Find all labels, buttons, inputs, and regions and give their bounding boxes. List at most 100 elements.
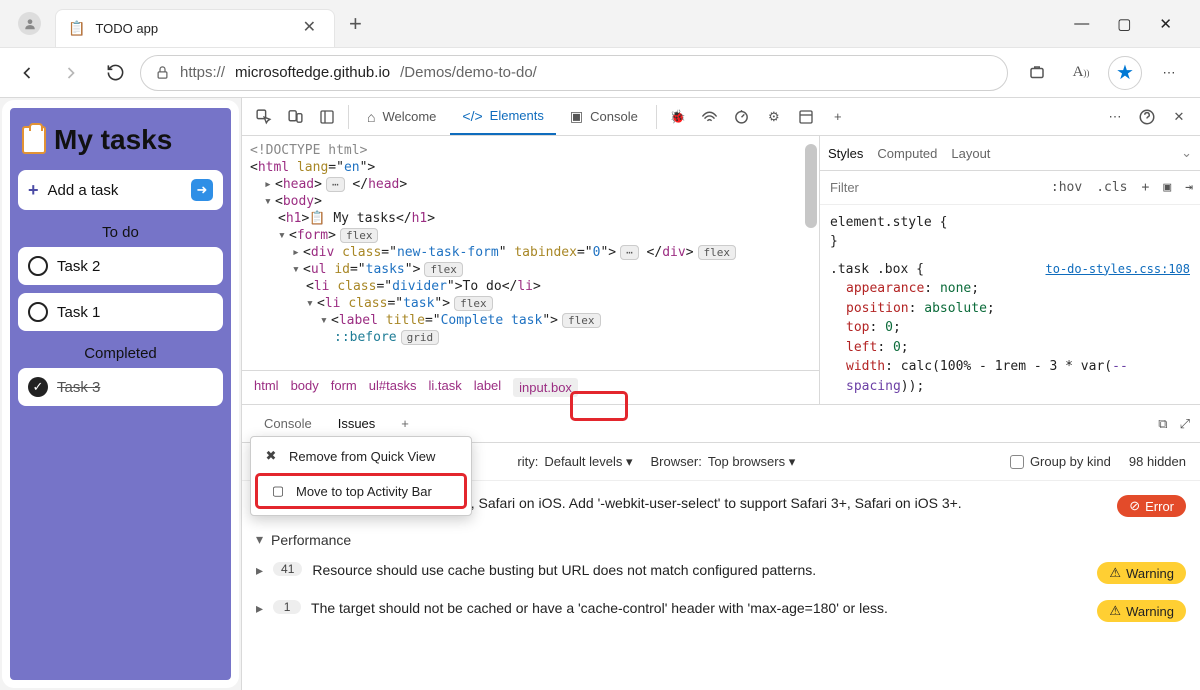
issue-text: Resource should use cache busting but UR… <box>312 562 816 578</box>
chevron-right-icon: ▸ <box>256 562 263 579</box>
url-input[interactable]: https://microsoftedge.github.io/Demos/de… <box>140 55 1008 91</box>
browser-titlebar: 📋 TODO app ✕ + — ▢ ✕ <box>0 0 1200 48</box>
tab-close-button[interactable]: ✕ <box>297 17 322 39</box>
profile-avatar[interactable] <box>18 12 41 35</box>
hidden-count[interactable]: 98 hidden <box>1129 454 1186 469</box>
task-item[interactable]: Task 2 <box>18 247 223 285</box>
task-label: Task 1 <box>57 304 100 321</box>
home-icon: ⌂ <box>367 109 375 125</box>
task-label: Task 3 <box>57 379 100 396</box>
drawer-dock-icon[interactable]: ⧉ <box>1158 416 1167 432</box>
close-window-button[interactable]: ✕ <box>1159 15 1172 33</box>
favorites-button[interactable]: ★ <box>1108 56 1142 90</box>
tab-computed[interactable]: Computed <box>877 146 937 161</box>
elements-panel: <!DOCTYPE html> <html lang="en"> ▸<head>… <box>242 136 820 404</box>
issue-row[interactable]: ▸ 1 The target should not be cached or h… <box>256 592 1186 630</box>
window-controls: — ▢ ✕ <box>1074 15 1200 33</box>
tab-styles[interactable]: Styles <box>828 146 863 161</box>
checkmark-icon[interactable]: ✓ <box>28 377 48 397</box>
tab-title: TODO app <box>95 21 286 36</box>
back-button[interactable] <box>8 54 46 92</box>
new-tab-button[interactable]: + <box>335 11 376 37</box>
app-available-icon[interactable] <box>1020 56 1054 90</box>
checkbox-icon[interactable] <box>28 256 48 276</box>
window-icon: ▢ <box>270 483 286 499</box>
cls-toggle[interactable]: .cls <box>1089 180 1134 195</box>
severity-select[interactable]: Default levels ▾ <box>544 454 632 470</box>
todo-app: My tasks + Add a task ➜ To do Task 2 Tas… <box>2 100 239 688</box>
toggle-icon[interactable]: ⇥ <box>1178 180 1200 195</box>
task-item-completed[interactable]: ✓ Task 3 <box>18 368 223 406</box>
devtools: ⌂Welcome </>Elements ▣Console 🐞 ⚙ + ⋯ ✕ … <box>241 98 1200 690</box>
styles-tabbar: Styles Computed Layout ⌄ <box>820 136 1200 171</box>
chevron-down-icon[interactable]: ⌄ <box>1181 145 1192 161</box>
ctx-remove-quickview[interactable]: ✖ Remove from Quick View <box>251 441 471 471</box>
hov-toggle[interactable]: :hov <box>1044 180 1089 195</box>
task-item[interactable]: Task 1 <box>18 293 223 331</box>
settings-menu-button[interactable]: ⋯ <box>1152 56 1186 90</box>
scrollbar[interactable] <box>805 144 817 228</box>
checkbox-icon <box>1010 455 1024 469</box>
error-badge: ⊘Error <box>1117 495 1186 517</box>
tab-welcome[interactable]: ⌂Welcome <box>355 98 448 135</box>
tab-elements[interactable]: </>Elements <box>450 98 555 135</box>
tool-performance-icon[interactable] <box>727 102 757 132</box>
minimize-button[interactable]: — <box>1074 15 1089 33</box>
error-icon: ⊘ <box>1129 498 1140 514</box>
elements-breadcrumb[interactable]: html body form ul#tasks li.task label in… <box>242 370 819 404</box>
url-host: microsoftedge.github.io <box>235 64 390 81</box>
highlight-annotation <box>570 391 628 421</box>
issue-count: 1 <box>273 600 301 614</box>
maximize-button[interactable]: ▢ <box>1117 15 1131 33</box>
add-task-label: Add a task <box>48 182 119 199</box>
browser-select[interactable]: Top browsers ▾ <box>708 454 795 470</box>
more-tools-button[interactable]: + <box>823 102 853 132</box>
read-aloud-icon[interactable]: A)) <box>1064 56 1098 90</box>
tab-layout[interactable]: Layout <box>951 146 990 161</box>
devtools-more-button[interactable]: ⋯ <box>1100 102 1130 132</box>
tool-bug-icon[interactable]: 🐞 <box>663 102 693 132</box>
app-title: My tasks <box>18 118 223 170</box>
browser-tab[interactable]: 📋 TODO app ✕ <box>55 9 335 47</box>
console-icon: ▣ <box>570 108 583 125</box>
section-completed: Completed <box>18 339 223 368</box>
tab-console[interactable]: ▣Console <box>558 98 650 135</box>
issue-count: 41 <box>273 562 302 576</box>
unpin-icon: ✖ <box>263 448 279 464</box>
inspect-element-button[interactable] <box>248 102 278 132</box>
task-label: Task 2 <box>57 258 100 275</box>
elements-tree[interactable]: <!DOCTYPE html> <html lang="en"> ▸<head>… <box>242 136 819 370</box>
devtools-close-button[interactable]: ✕ <box>1164 102 1194 132</box>
section-todo: To do <box>18 218 223 247</box>
tool-network-icon[interactable] <box>695 102 725 132</box>
group-by-kind-checkbox[interactable]: Group by kind <box>1010 454 1111 469</box>
device-toolbar-button[interactable] <box>280 102 310 132</box>
clipboard-icon <box>22 126 46 154</box>
star-icon: ★ <box>1116 60 1134 85</box>
submit-arrow-icon[interactable]: ➜ <box>191 179 213 201</box>
forward-button <box>52 54 90 92</box>
styles-panel: Styles Computed Layout ⌄ :hov .cls + ▣ ⇥… <box>820 136 1200 404</box>
issue-row[interactable]: ▸ 41 Resource should use cache busting b… <box>256 554 1186 592</box>
drawer-expand-icon[interactable]: ⤢ <box>1180 416 1190 432</box>
url-prefix: https:// <box>180 64 225 81</box>
activity-bar-button[interactable] <box>312 102 342 132</box>
new-style-button[interactable]: + <box>1135 180 1157 195</box>
lock-icon <box>155 65 170 80</box>
context-menu: ✖ Remove from Quick View ▢ Move to top A… <box>250 436 472 516</box>
styles-rules[interactable]: element.style { } .task .box { to-do-sty… <box>820 205 1200 405</box>
tab-favicon-icon: 📋 <box>68 20 85 37</box>
computed-sidebar-icon[interactable]: ▣ <box>1156 180 1178 195</box>
ctx-move-top-activity-bar[interactable]: ▢ Move to top Activity Bar <box>255 473 467 509</box>
checkbox-icon[interactable] <box>28 302 48 322</box>
css-source-link[interactable]: to-do-styles.css:108 <box>1046 260 1191 278</box>
browser-address-bar: https://microsoftedge.github.io/Demos/de… <box>0 48 1200 98</box>
devtools-help-button[interactable] <box>1132 102 1162 132</box>
tool-memory-icon[interactable]: ⚙ <box>759 102 789 132</box>
refresh-button[interactable] <box>96 54 134 92</box>
issue-section[interactable]: ▾Performance <box>256 525 1186 554</box>
styles-filter-input[interactable] <box>820 180 1044 195</box>
chevron-right-icon: ▸ <box>256 600 263 617</box>
tool-application-icon[interactable] <box>791 102 821 132</box>
add-task-button[interactable]: + Add a task ➜ <box>18 170 223 210</box>
